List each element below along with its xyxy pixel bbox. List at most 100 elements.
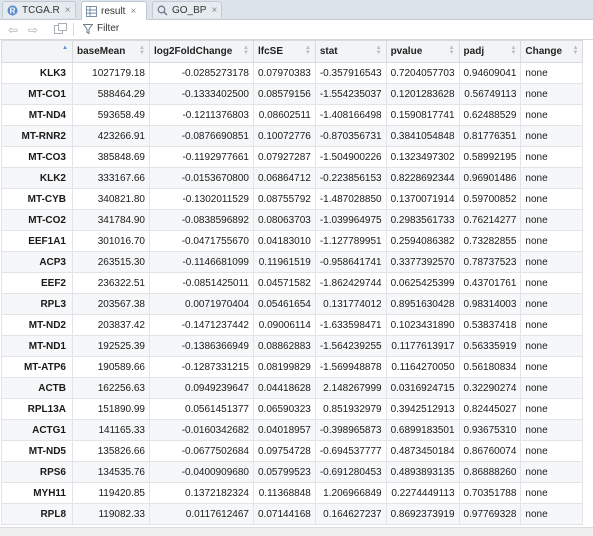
svg-text:R: R xyxy=(10,6,16,15)
table-row[interactable]: RPL8 119082.33 0.0117612467 0.07144168 0.164… xyxy=(1,503,584,525)
table-cell: 0.76214277 xyxy=(458,209,522,231)
table-cell: none xyxy=(520,83,584,105)
column-header-lfcse[interactable]: lfcSE ▲ ▼ xyxy=(253,40,316,63)
table-cell: 141165.33 xyxy=(72,419,150,441)
column-header-padj[interactable]: padj ▲ ▼ xyxy=(458,40,522,63)
column-header-stat[interactable]: stat ▲ ▼ xyxy=(314,40,387,63)
table-cell: 119082.33 xyxy=(72,503,150,525)
table-cell: 0.32290274 xyxy=(458,377,522,399)
table-cell: 1027179.18 xyxy=(72,62,150,84)
row-name-cell: RPL3 xyxy=(1,293,73,315)
table-cell: none xyxy=(520,440,584,462)
table-cell: 0.06590323 xyxy=(253,398,316,420)
table-cell: -0.1333402500 xyxy=(149,83,254,105)
table-cell: 0.6899183501 xyxy=(385,419,460,441)
table-row[interactable]: MT-ND5 135826.66 -0.0677502684 0.09754728 -0… xyxy=(1,440,584,462)
table-row[interactable]: MT-ATP6 190589.66 -0.1287331215 0.08199829-… xyxy=(1,356,584,378)
row-name-cell: MT-CO3 xyxy=(1,146,73,168)
column-header-change[interactable]: Change ▲ ▼ xyxy=(520,40,584,63)
table-row[interactable]: RPL3 203567.38 0.0071970404 0.05461654 0.131… xyxy=(1,293,584,315)
table-cell: 0.0625425399 xyxy=(385,272,460,294)
row-name-cell: MT-ATP6 xyxy=(1,356,73,378)
tab-tcga-r[interactable]: R TCGA.R × xyxy=(2,1,76,18)
table-row[interactable]: MT-CO3 385848.69 -0.1192977661 0.07927287 -1… xyxy=(1,146,584,168)
table-cell: 192525.39 xyxy=(72,335,150,357)
table-cell: 0.07144168 xyxy=(253,503,316,525)
table-cell: 0.05461654 xyxy=(253,293,316,315)
close-icon[interactable]: × xyxy=(211,5,217,16)
table-cell: -0.0851425011 xyxy=(149,272,254,294)
forward-arrow-icon[interactable]: ⇨ xyxy=(28,23,38,37)
table-cell: 0.05799523 xyxy=(253,461,316,483)
table-row[interactable]: ACP3 263515.30 -0.1146681099 0.11961519 -0.9… xyxy=(1,251,584,273)
table-row[interactable]: MT-CO1 588464.29 -0.1333402500 0.08579156 -1… xyxy=(1,83,584,105)
close-icon[interactable]: × xyxy=(65,5,71,16)
row-name-cell: MT-ND2 xyxy=(1,314,73,336)
table-cell: 0.07970383 xyxy=(253,62,316,84)
back-arrow-icon[interactable]: ⇦ xyxy=(8,23,18,37)
table-row[interactable]: MT-CO2 341784.90 -0.0838596892 0.08063703 -1… xyxy=(1,209,584,231)
table-cell: 0.851932979 xyxy=(314,398,387,420)
editor-tab-bar: R TCGA.R × result × GO_BP × xyxy=(0,0,593,20)
table-cell: 0.08063703 xyxy=(253,209,316,231)
table-cell: 0.59700852 xyxy=(458,188,522,210)
table-body: KLK3 1027179.18 -0.0285273178 0.07970383 -0.… xyxy=(1,62,584,525)
tab-result[interactable]: result × xyxy=(81,1,147,20)
table-cell: 0.86888260 xyxy=(458,461,522,483)
table-cell: none xyxy=(520,209,584,231)
table-cell: 0.10072776 xyxy=(253,125,316,147)
popout-window-icon[interactable] xyxy=(54,23,67,37)
table-cell: 0.09006114 xyxy=(253,314,316,336)
table-row[interactable]: MT-ND1 192525.39 -0.1386366949 0.08862883 -1… xyxy=(1,335,584,357)
row-name-cell: RPS6 xyxy=(1,461,73,483)
table-row[interactable]: EEF2 236322.51 -0.0851425011 0.04571582 -1.8… xyxy=(1,272,584,294)
table-cell: none xyxy=(520,104,584,126)
table-cell: 0.58992195 xyxy=(458,146,522,168)
table-cell: none xyxy=(520,293,584,315)
table-row[interactable]: KLK2 333167.66 -0.0153670800 0.06864712 -0.2… xyxy=(1,167,584,189)
table-cell: -0.1386366949 xyxy=(149,335,254,357)
table-cell: -0.1192977661 xyxy=(149,146,254,168)
row-names-header[interactable]: ▲ xyxy=(1,40,73,63)
filter-button[interactable]: Filter xyxy=(83,23,119,34)
table-row[interactable]: ACTB 162256.63 0.0949239647 0.04418628 2.148… xyxy=(1,377,584,399)
column-header-log2foldchange[interactable]: log2FoldChange ▲ ▼ xyxy=(149,40,254,63)
table-row[interactable]: MT-ND2 203837.42 -0.1471237442 0.09006114 -1… xyxy=(1,314,584,336)
column-header-pvalue[interactable]: pvalue ▲ ▼ xyxy=(385,40,460,63)
sort-icon: ▲ ▼ xyxy=(448,45,455,56)
table-cell: -0.0160342682 xyxy=(149,419,254,441)
table-row[interactable]: MT-RNR2 423266.91 -0.0876690851 0.10072776-… xyxy=(1,125,584,147)
table-row[interactable]: MT-ND4 593658.49 -0.1211376803 0.08602511 -1… xyxy=(1,104,584,126)
table-cell: 0.56335919 xyxy=(458,335,522,357)
table-cell: -0.0677502684 xyxy=(149,440,254,462)
table-row[interactable]: EEF1A1 301016.70 -0.0471755670 0.04183010 -1… xyxy=(1,230,584,252)
table-cell: 263515.30 xyxy=(72,251,150,273)
table-cell: 0.0316924715 xyxy=(385,377,460,399)
tab-label: result xyxy=(101,5,126,17)
tab-go-bp[interactable]: GO_BP × xyxy=(152,1,222,18)
table-cell: 385848.69 xyxy=(72,146,150,168)
column-header-label: stat xyxy=(319,46,338,57)
table-row[interactable]: KLK3 1027179.18 -0.0285273178 0.07970383 -0.… xyxy=(1,62,584,84)
table-cell: 0.8951630428 xyxy=(385,293,460,315)
table-row[interactable]: RPL13A 151890.99 0.0561451377 0.06590323 0.8… xyxy=(1,398,584,420)
table-row[interactable]: ACTG1 141165.33 -0.0160342682 0.04018957 -0.… xyxy=(1,419,584,441)
table-row[interactable]: RPS6 134535.76 -0.0400909680 0.05799523 -0.6… xyxy=(1,461,584,483)
table-cell: -0.398965873 xyxy=(314,419,387,441)
table-cell: none xyxy=(520,251,584,273)
table-cell: 0.3841054848 xyxy=(385,125,460,147)
table-header-row: ▲ baseMean ▲ ▼ log2FoldChange ▲ ▼ lfcSE ▲ ▼ stat ▲ ▼… xyxy=(1,40,584,63)
table-cell: -1.039964975 xyxy=(314,209,387,231)
column-header-basemean[interactable]: baseMean ▲ ▼ xyxy=(72,40,150,63)
table-row[interactable]: MYH11 119420.85 0.1372182324 0.11368848 1.20… xyxy=(1,482,584,504)
table-row[interactable]: MT-CYB 340821.80 -0.1302011529 0.08755792 -1… xyxy=(1,188,584,210)
table-cell: 0.3377392570 xyxy=(385,251,460,273)
table-cell: 0.11368848 xyxy=(253,482,316,504)
table-cell: 0.62488529 xyxy=(458,104,522,126)
close-icon[interactable]: × xyxy=(130,6,136,17)
table-cell: -0.1146681099 xyxy=(149,251,254,273)
table-cell: 0.56180834 xyxy=(458,356,522,378)
table-cell: 0.82445027 xyxy=(458,398,522,420)
row-name-cell: MT-ND5 xyxy=(1,440,73,462)
table-cell: 0.04183010 xyxy=(253,230,316,252)
